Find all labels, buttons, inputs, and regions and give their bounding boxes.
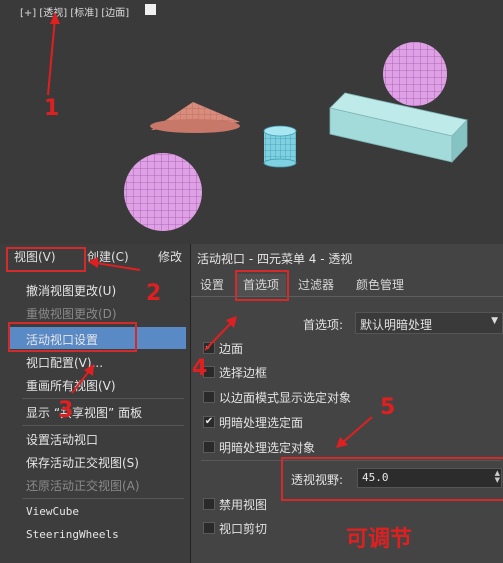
step-number: 5	[380, 395, 396, 420]
step-number: 3	[58, 398, 74, 423]
adjustable-note: 可调节	[346, 527, 413, 552]
step-number: 2	[146, 281, 162, 306]
step-number: 4	[192, 356, 208, 381]
annotation-overlay	[71, 257, 373, 448]
